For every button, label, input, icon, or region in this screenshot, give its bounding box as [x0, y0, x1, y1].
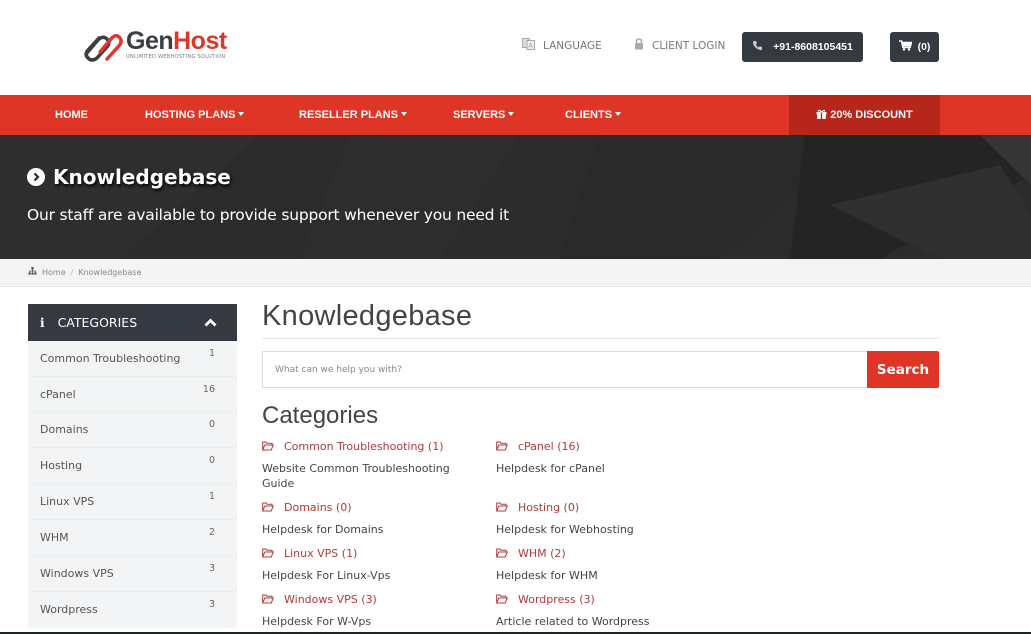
nav-hosting-plans[interactable]: HOSTING PLANS [145, 95, 245, 135]
sidebar-item-linux-vps[interactable]: Linux VPS 1 [28, 484, 237, 520]
category-item: WHM (2) Helpdesk for WHM [496, 545, 716, 583]
folder-open-icon [262, 441, 274, 451]
page-title: Knowledgebase [262, 300, 473, 332]
caret-down-icon [401, 112, 408, 117]
chevron-circle-right-icon [27, 168, 45, 186]
category-item: Wordpress (3) Article related to Wordpre… [496, 591, 716, 629]
item-count: 0 [208, 455, 215, 467]
discount-label: 20% DISCOUNT [830, 109, 913, 121]
banner-subtitle: Our staff are available to provide suppo… [27, 206, 510, 224]
folder-open-icon [496, 502, 508, 512]
cart-button[interactable]: (0) [890, 32, 939, 62]
categories-heading: Categories [262, 402, 379, 429]
category-link[interactable]: Domains (0) [262, 499, 482, 515]
category-link[interactable]: WHM (2) [496, 545, 716, 561]
sidebar-item-hosting[interactable]: Hosting 0 [28, 448, 237, 485]
breadcrumb-separator: / [70, 267, 74, 277]
item-count: 3 [208, 562, 215, 574]
sidebar-header[interactable]: i CATEGORIES [28, 304, 237, 341]
gift-icon [816, 109, 827, 122]
category-description: Helpdesk for cPanel [496, 462, 605, 475]
category-description: Helpdesk for Domains [262, 523, 384, 536]
nav-clients[interactable]: CLIENTS [565, 95, 622, 135]
sidebar-item-windows-vps[interactable]: Windows VPS 3 [28, 556, 237, 592]
category-item: Hosting (0) Helpdesk for Webhosting [496, 499, 716, 537]
category-item: cPanel (16) Helpdesk for cPanel [496, 438, 716, 476]
item-count: 2 [208, 526, 215, 538]
sidebar-item-domains[interactable]: Domains 0 [28, 413, 237, 449]
item-count: 1 [208, 347, 215, 359]
category-item: Domains (0) Helpdesk for Domains [262, 499, 482, 537]
sitemap-icon [28, 267, 37, 277]
folder-open-icon [262, 548, 274, 558]
categories-sidebar: i CATEGORIES Common Troubleshooting 1 cPa… [28, 304, 237, 628]
sidebar-item-common-troubleshooting[interactable]: Common Troubleshooting 1 [28, 341, 237, 377]
caret-down-icon [615, 112, 622, 117]
phone-button[interactable]: +91-8608105451 [742, 32, 863, 62]
page-banner: Knowledgebase Our staff are available to… [0, 135, 1031, 259]
category-link[interactable]: Hosting (0) [496, 499, 716, 515]
logo[interactable]: GenHost UNLIMITED WEBHOSTING SOLUTION [80, 28, 227, 64]
client-login-link[interactable]: CLIENT LOGIN [634, 38, 725, 53]
banner-title: Knowledgebase [27, 165, 231, 189]
breadcrumb-bar: Home / Knowledgebase [0, 259, 1031, 287]
folder-open-icon [496, 548, 508, 558]
caret-down-icon [238, 112, 245, 117]
category-link[interactable]: Wordpress (3) [496, 591, 716, 607]
sidebar-title: CATEGORIES [57, 315, 138, 330]
lock-icon [634, 38, 644, 53]
category-description: Website Common Troubleshooting Guide [262, 462, 450, 490]
nav-reseller-plans[interactable]: RESELLER PLANS [299, 95, 408, 135]
title-divider [262, 338, 939, 339]
cart-count: (0) [917, 41, 931, 53]
category-link[interactable]: Windows VPS (3) [262, 591, 482, 607]
category-link[interactable]: cPanel (16) [496, 438, 716, 454]
category-description: Helpdesk for WHM [496, 569, 598, 582]
item-count: 0 [208, 419, 215, 431]
breadcrumb-current: Knowledgebase [78, 267, 142, 277]
kb-search-input[interactable] [262, 351, 867, 388]
logo-tagline: UNLIMITED WEBHOSTING SOLUTION [126, 54, 226, 60]
sidebar-item-wordpress[interactable]: Wordpress 3 [28, 592, 237, 628]
client-login-label: CLIENT LOGIN [652, 39, 726, 52]
main-nav: HOME HOSTING PLANS RESELLER PLANS SERVER… [0, 95, 1031, 135]
nav-discount[interactable]: 20% DISCOUNT [789, 95, 940, 135]
category-description: Helpdesk For W-Vps [262, 615, 372, 628]
folder-open-icon [262, 502, 274, 512]
nav-servers[interactable]: SERVERS [453, 95, 515, 135]
top-header: GenHost UNLIMITED WEBHOSTING SOLUTION A … [0, 0, 1031, 95]
language-selector[interactable]: A LANGUAGE [522, 38, 602, 53]
category-description: Helpdesk For Linux-Vps [262, 569, 391, 582]
category-description: Article related to Wordpress [496, 615, 650, 628]
banner-background [0, 135, 1031, 259]
sidebar-item-whm[interactable]: WHM 2 [28, 520, 237, 556]
phone-number: +91-8608105451 [773, 41, 853, 53]
category-item: Linux VPS (1) Helpdesk For Linux-Vps [262, 545, 482, 583]
logo-name: GenHost [126, 27, 227, 55]
item-count: 3 [208, 598, 215, 610]
nav-home[interactable]: HOME [55, 95, 88, 135]
folder-open-icon [262, 594, 274, 604]
category-description: Helpdesk for Webhosting [496, 523, 634, 536]
search-button[interactable]: Search [867, 351, 939, 388]
category-item: Windows VPS (3) Helpdesk For W-Vps [262, 591, 482, 629]
category-item: Common Troubleshooting (1) Website Commo… [262, 438, 482, 491]
cart-icon [898, 40, 913, 54]
sidebar-item-cpanel[interactable]: cPanel 16 [28, 377, 237, 413]
language-label: LANGUAGE [543, 39, 602, 52]
breadcrumb: Home / Knowledgebase [28, 267, 141, 277]
item-count: 16 [202, 383, 215, 395]
folder-open-icon [496, 441, 508, 451]
category-link[interactable]: Common Troubleshooting (1) [262, 438, 482, 454]
paperclip-logo-icon [84, 34, 123, 62]
caret-down-icon [508, 112, 515, 117]
chevron-up-icon[interactable] [204, 315, 217, 330]
item-count: 1 [208, 491, 215, 503]
info-icon: i [40, 315, 45, 330]
language-icon: A [522, 38, 535, 53]
breadcrumb-home[interactable]: Home [42, 268, 66, 277]
phone-icon [752, 40, 763, 54]
category-link[interactable]: Linux VPS (1) [262, 545, 482, 561]
folder-open-icon [496, 594, 508, 604]
